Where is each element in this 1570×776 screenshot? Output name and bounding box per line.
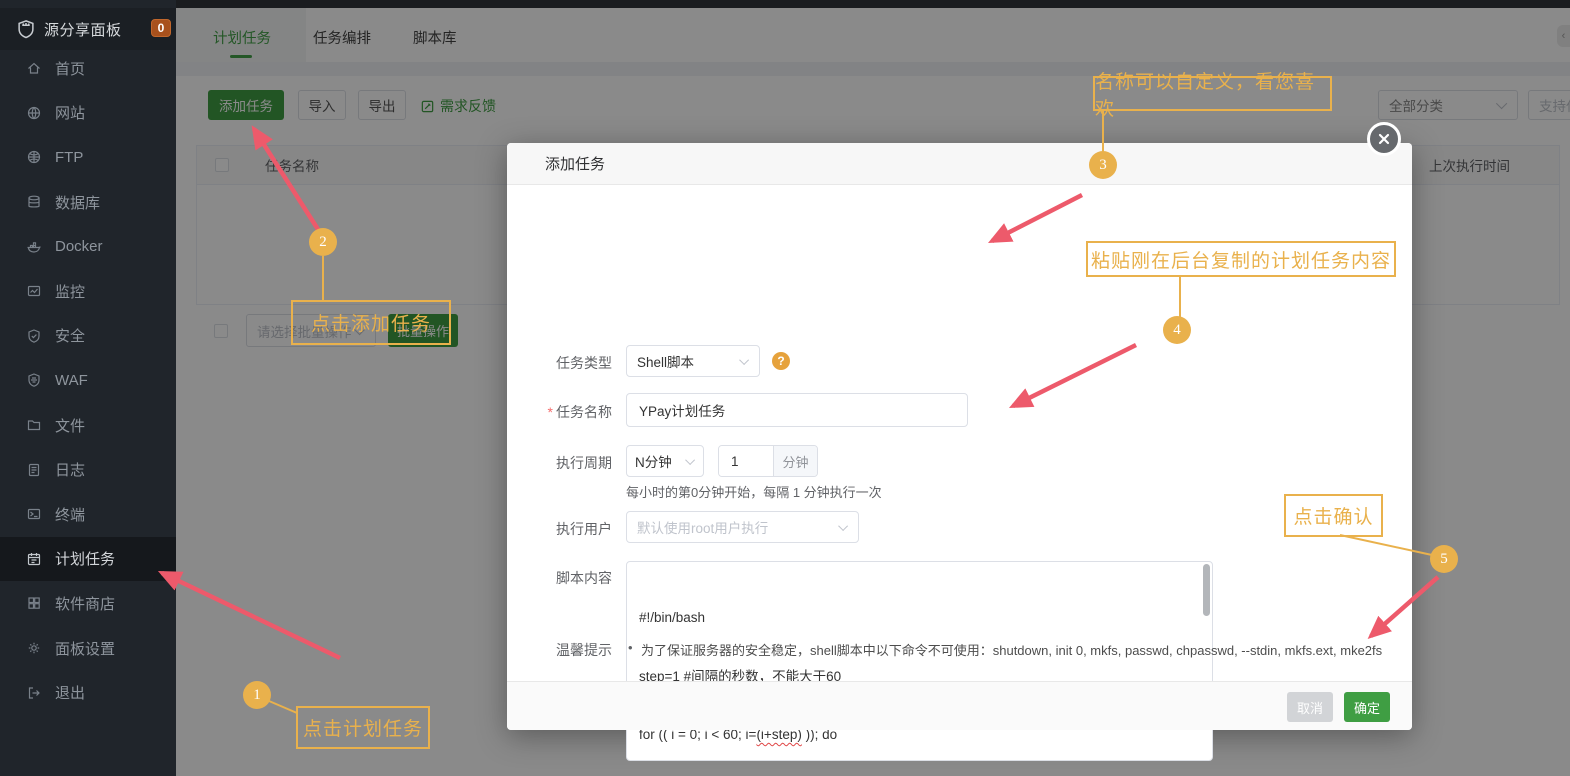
modal-footer: 取消 确定 bbox=[507, 681, 1412, 730]
close-icon[interactable] bbox=[1367, 122, 1401, 156]
sidebar-item-label: 网站 bbox=[55, 105, 86, 123]
sidebar-item-label: 软件商店 bbox=[55, 595, 116, 613]
task-name-label: * 任务名称 bbox=[547, 404, 612, 420]
log-file-icon bbox=[26, 462, 42, 478]
textarea-scrollbar bbox=[1203, 564, 1210, 760]
cycle-value-group: 1 分钟 bbox=[718, 445, 818, 477]
terminal-icon bbox=[26, 506, 42, 522]
brand-header: 源分享面板 0 bbox=[0, 8, 176, 50]
sidebar-item-terminal[interactable]: 终端 bbox=[0, 492, 176, 537]
sidebar-item-cron[interactable]: 计划任务 bbox=[0, 536, 176, 582]
sidebar-item-security[interactable]: 安全 bbox=[0, 314, 176, 359]
sidebar-item-docker[interactable]: Docker bbox=[0, 224, 176, 269]
sidebar-item-home[interactable]: 首页 bbox=[0, 46, 176, 91]
sidebar-item-label: 计划任务 bbox=[55, 551, 116, 569]
panel-title: 源分享面板 bbox=[44, 21, 122, 39]
calendar-icon bbox=[26, 551, 42, 567]
security-shield-icon bbox=[26, 328, 42, 344]
sidebar-item-appstore[interactable]: 软件商店 bbox=[0, 581, 176, 626]
sidebar-item-label: 面板设置 bbox=[55, 640, 116, 658]
sidebar-item-label: 日志 bbox=[55, 462, 86, 480]
run-user-select[interactable]: 默认使用root用户执行 bbox=[626, 511, 859, 543]
notification-badge[interactable]: 0 bbox=[151, 19, 171, 37]
tip-text: 为了保证服务器的安全稳定，shell脚本中以下命令不可使用：shutdown, … bbox=[641, 643, 1383, 658]
sidebar-item-label: 终端 bbox=[55, 506, 86, 524]
sidebar-item-label: WAF bbox=[55, 371, 88, 389]
sidebar-item-logout[interactable]: 退出 bbox=[0, 670, 176, 715]
ftp-icon bbox=[26, 149, 42, 165]
sidebar-item-label: 监控 bbox=[55, 283, 86, 301]
cancel-button[interactable]: 取消 bbox=[1287, 692, 1333, 722]
modal-title: 添加任务 bbox=[507, 143, 1412, 185]
sidebar-item-label: 安全 bbox=[55, 328, 86, 346]
sidebar-item-database[interactable]: 数据库 bbox=[0, 180, 176, 225]
docker-icon bbox=[26, 239, 42, 255]
grid-icon bbox=[26, 595, 42, 611]
chevron-down-icon bbox=[838, 520, 849, 531]
waf-shield-icon bbox=[26, 372, 42, 388]
sidebar-item-label: 首页 bbox=[55, 60, 86, 78]
database-icon bbox=[26, 194, 42, 210]
required-asterisk: * bbox=[547, 404, 553, 420]
add-task-modal: 添加任务 任务类型 Shell脚本 ? * 任务名称 YPay计划任务 执行周期 … bbox=[507, 143, 1412, 761]
tip-label: 温馨提示 bbox=[556, 642, 612, 658]
sidebar-item-waf[interactable]: WAF bbox=[0, 358, 176, 403]
task-type-label: 任务类型 bbox=[556, 355, 612, 371]
cycle-hint-text: 每小时的第0分钟开始，每隔 1 分钟执行一次 bbox=[626, 485, 882, 500]
tip-bullet: • bbox=[628, 640, 633, 655]
scrollbar-thumb[interactable] bbox=[1203, 564, 1210, 616]
help-icon[interactable]: ? bbox=[772, 352, 790, 370]
script-content-label: 脚本内容 bbox=[556, 570, 612, 586]
chevron-down-icon bbox=[685, 454, 696, 465]
folder-icon bbox=[26, 417, 42, 433]
sidebar: 源分享面板 0 首页 网站 FTP 数据库 Docker 监控 安全 WAF 文… bbox=[0, 0, 176, 776]
sidebar-item-files[interactable]: 文件 bbox=[0, 403, 176, 448]
logout-icon bbox=[26, 685, 42, 701]
panel-logo-icon bbox=[16, 19, 36, 39]
sidebar-item-label: 退出 bbox=[55, 685, 86, 703]
sidebar-item-label: 数据库 bbox=[55, 194, 101, 212]
confirm-button[interactable]: 确定 bbox=[1344, 692, 1390, 722]
run-user-label: 执行用户 bbox=[556, 521, 612, 537]
sidebar-item-ftp[interactable]: FTP bbox=[0, 135, 176, 180]
sidebar-item-settings[interactable]: 面板设置 bbox=[0, 626, 176, 671]
cycle-label: 执行周期 bbox=[556, 455, 612, 471]
sidebar-item-label: Docker bbox=[55, 238, 103, 256]
website-icon bbox=[26, 105, 42, 121]
sidebar-item-website[interactable]: 网站 bbox=[0, 91, 176, 136]
gear-icon bbox=[26, 640, 42, 656]
cycle-unit-suffix: 分钟 bbox=[773, 446, 817, 476]
home-icon bbox=[26, 60, 42, 76]
sidebar-item-label: 文件 bbox=[55, 417, 86, 435]
script-content-textarea[interactable]: #!/bin/bash step=1 #间隔的秒数，不能大于60 for (( … bbox=[626, 561, 1213, 761]
task-type-select[interactable]: Shell脚本 bbox=[626, 345, 760, 377]
sidebar-item-label: FTP bbox=[55, 148, 84, 166]
sidebar-item-logs[interactable]: 日志 bbox=[0, 447, 176, 492]
cycle-type-select[interactable]: N分钟 bbox=[626, 445, 704, 477]
sidebar-menu: 首页 网站 FTP 数据库 Docker 监控 安全 WAF 文件 日志 终端 … bbox=[0, 46, 176, 715]
cycle-value-input[interactable]: 1 bbox=[719, 446, 773, 476]
chevron-down-icon bbox=[739, 354, 750, 365]
task-name-input[interactable]: YPay计划任务 bbox=[626, 393, 968, 427]
sidebar-item-monitor[interactable]: 监控 bbox=[0, 269, 176, 314]
monitor-icon bbox=[26, 283, 42, 299]
